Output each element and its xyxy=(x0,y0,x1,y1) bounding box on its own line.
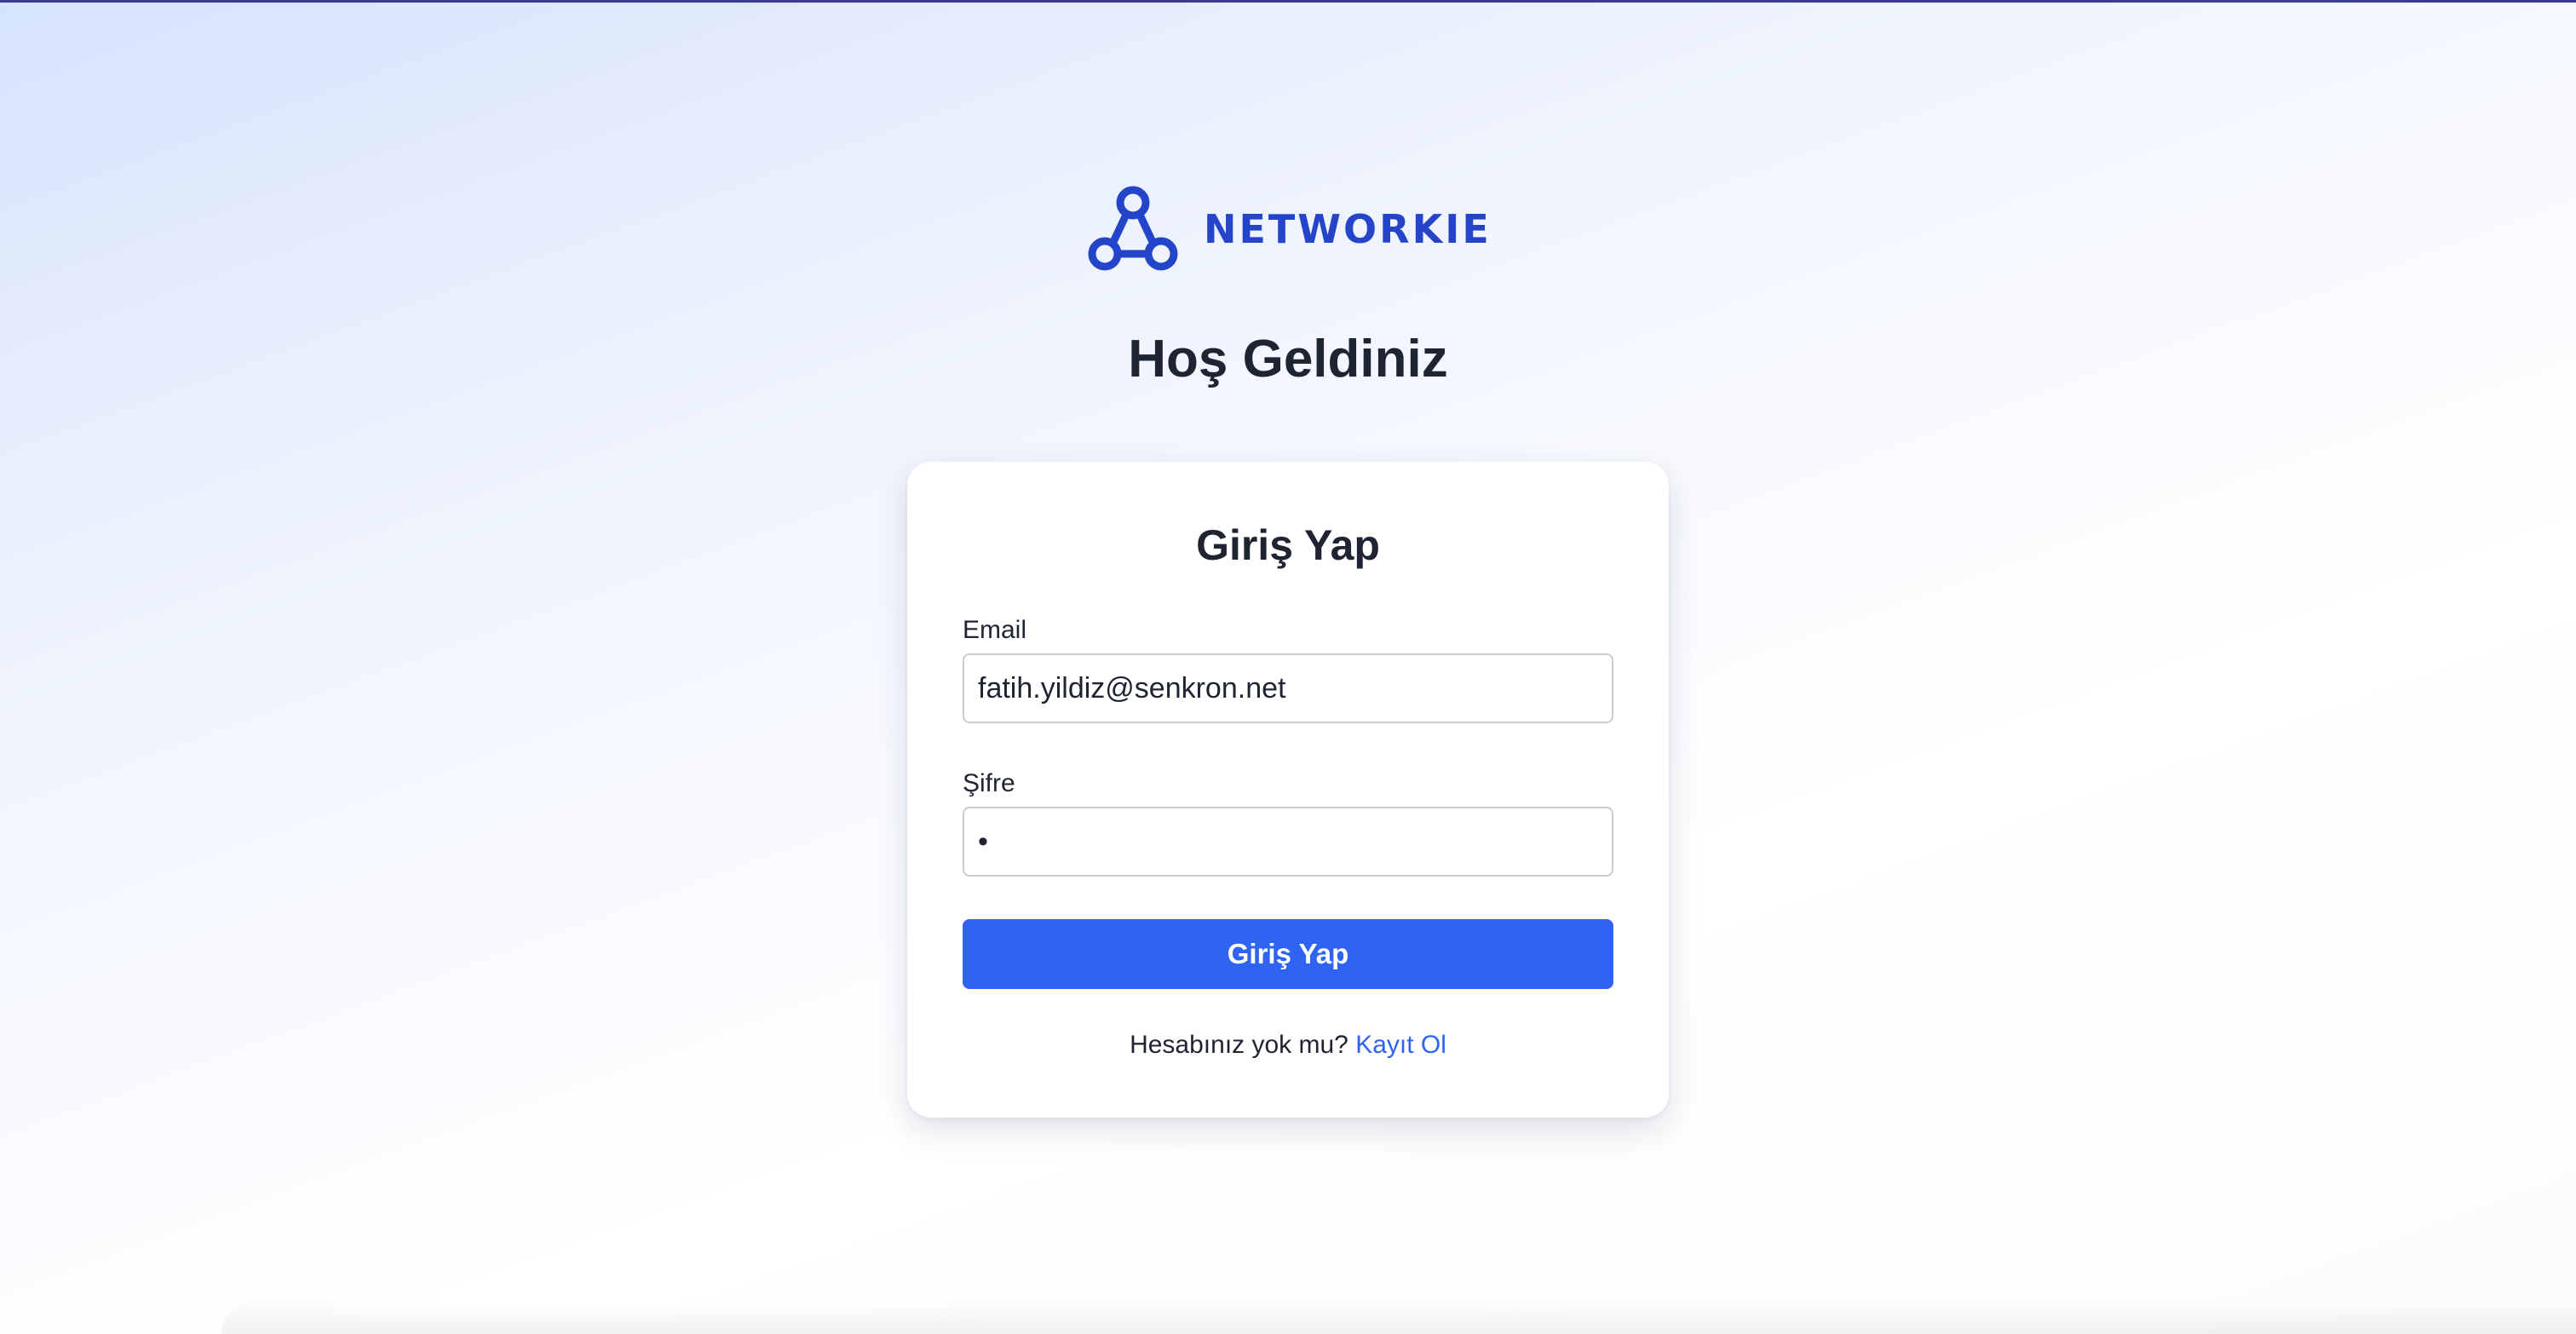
login-card: Giriş Yap Email Şifre Giriş Yap Hesabını… xyxy=(907,462,1669,1118)
password-label: Şifre xyxy=(963,769,1015,797)
email-field[interactable] xyxy=(963,653,1613,723)
no-account-text: Hesabınız yok mu? xyxy=(1130,1031,1348,1059)
brand-name: NETWORKIE xyxy=(1204,206,1492,252)
top-accent-line xyxy=(0,0,2576,3)
signup-prompt: Hesabınız yok mu? Kayıt Ol xyxy=(907,1030,1669,1061)
password-field[interactable] xyxy=(963,807,1613,877)
welcome-title: Hoş Geldiniz xyxy=(1128,330,1448,388)
login-title: Giriş Yap xyxy=(1196,521,1380,569)
bottom-shadow xyxy=(221,1300,2576,1334)
brand-logo: NETWORKIE xyxy=(1088,186,1492,273)
signup-link[interactable]: Kayıt Ol xyxy=(1355,1031,1446,1059)
network-nodes-icon xyxy=(1088,186,1178,271)
email-label: Email xyxy=(963,616,1027,644)
login-button[interactable]: Giriş Yap xyxy=(963,919,1613,989)
